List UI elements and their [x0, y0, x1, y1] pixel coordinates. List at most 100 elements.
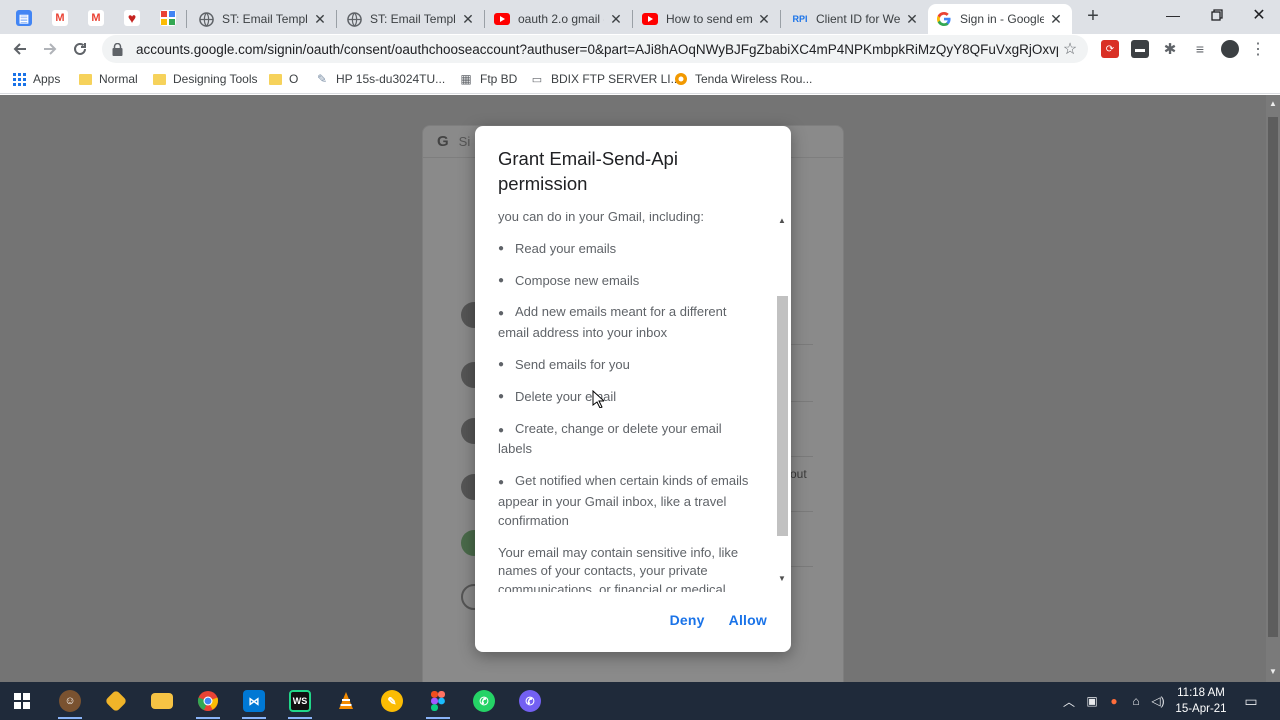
pinned-tab-heart[interactable]: ♥ — [115, 4, 149, 32]
tab-st-email-template-1[interactable]: ST: Email Template ✕ — [190, 4, 336, 34]
close-tab-icon[interactable]: ✕ — [608, 11, 624, 27]
google-docs-icon: ▤ — [16, 10, 32, 26]
bookmark-apps[interactable]: Apps — [12, 69, 60, 89]
taskbar-app[interactable]: ☺ — [54, 687, 86, 719]
menu-kebab-icon[interactable]: ⋮ — [1249, 40, 1267, 58]
page-scrollbar[interactable]: ▲ ▼ — [1266, 95, 1280, 682]
dialog-scrollbar-thumb[interactable] — [777, 296, 788, 536]
close-window-button[interactable]: ✕ — [1236, 0, 1280, 30]
permission-text: Read your emails — [515, 240, 617, 256]
clock-date: 15-Apr-21 — [1175, 703, 1227, 715]
extension-sync-icon[interactable]: ⟳ — [1101, 40, 1119, 58]
dialog-body[interactable]: you can do in your Gmail, including: ● Re… — [475, 212, 791, 592]
bookmark-normal[interactable]: Normal — [78, 69, 138, 89]
pinned-tab-docs[interactable]: ▤ — [7, 4, 41, 32]
viber-icon: ✆ — [519, 690, 541, 712]
bookmark-hp[interactable]: ✎ HP 15s-du3024TU... — [315, 69, 445, 89]
reload-icon — [74, 42, 86, 55]
taskbar-app[interactable] — [192, 687, 224, 719]
taskbar-app[interactable]: WS — [284, 687, 316, 719]
tray-volume-icon[interactable]: ◁) — [1150, 690, 1166, 712]
action-center-icon[interactable]: ▭ — [1240, 690, 1262, 712]
tray-wifi-icon[interactable]: ⌂ — [1128, 690, 1144, 712]
extensions-puzzle-icon[interactable]: ✱ — [1161, 40, 1179, 58]
permission-item: ● Create, change or delete your email lab… — [498, 420, 750, 460]
profile-avatar[interactable] — [1221, 40, 1239, 58]
close-tab-icon[interactable]: ✕ — [756, 11, 772, 27]
permission-item: ● Get notified when certain kinds of emai… — [498, 472, 750, 530]
grant-permission-dialog: Grant Email-Send-Api permission you can … — [475, 126, 791, 652]
tab-sign-in-google[interactable]: Sign in - Google A ✕ — [928, 4, 1072, 34]
paint-icon: ✎ — [381, 690, 403, 712]
signin-card-title: Si — [458, 134, 471, 149]
reload-button[interactable] — [68, 37, 92, 61]
scroll-up-icon[interactable]: ▲ — [1269, 99, 1277, 108]
reading-list-icon[interactable]: ≡ — [1191, 40, 1209, 58]
dialog-scrollbar[interactable]: ▲ ▼ — [775, 214, 790, 588]
tab-client-id[interactable]: RPI Client ID for Web ✕ — [782, 4, 928, 34]
taskbar-app[interactable] — [422, 687, 454, 719]
taskbar-app[interactable] — [146, 687, 178, 715]
back-button[interactable] — [8, 37, 32, 61]
windows-taskbar: ☺ ⋈ WS ✎ ✆ ✆ ︿ ▣ ● ⌂ ◁) 11:18 AM 15-Apr-… — [0, 682, 1280, 720]
close-tab-icon[interactable]: ✕ — [904, 11, 920, 27]
bookmark-o[interactable]: O — [268, 69, 298, 89]
globe-icon — [346, 11, 362, 27]
taskbar-app[interactable]: ⋈ — [238, 687, 270, 719]
tab-st-email-template-2[interactable]: ST: Email Template ✕ — [338, 4, 484, 34]
webstorm-icon: WS — [289, 690, 311, 712]
permission-text: Get notified when certain kinds of email… — [498, 473, 749, 528]
taskbar-app[interactable]: ✆ — [468, 687, 500, 715]
bookmark-star-icon[interactable]: ☆ — [1058, 39, 1082, 59]
bookmark-label: O — [289, 72, 299, 86]
bookmark-bdix[interactable]: ▭ BDIX FTP SERVER LI... — [530, 69, 681, 89]
tray-network-app-icon[interactable]: ▣ — [1084, 690, 1100, 712]
restore-button[interactable] — [1194, 0, 1240, 30]
vlc-icon — [339, 692, 353, 709]
tab-oauth-youtube[interactable]: oauth 2.o gmail - ✕ — [486, 4, 632, 34]
bookmark-label: HP 15s-du3024TU... — [336, 72, 446, 86]
youtube-icon — [642, 11, 658, 27]
tray-record-icon[interactable]: ● — [1106, 690, 1122, 712]
tab-title: Sign in - Google A — [960, 12, 1044, 26]
dialog-scroll-up-icon[interactable]: ▲ — [778, 216, 786, 225]
taskbar-app[interactable] — [330, 687, 362, 715]
clock-time: 11:18 AM — [1177, 687, 1225, 699]
dialog-scroll-down-icon[interactable]: ▼ — [778, 574, 786, 583]
close-tab-icon[interactable]: ✕ — [312, 11, 328, 27]
close-tab-icon[interactable]: ✕ — [460, 11, 476, 27]
dialog-actions: Deny Allow — [670, 612, 767, 628]
tray-expand-icon[interactable]: ︿ — [1062, 690, 1076, 712]
page-scrollbar-thumb[interactable] — [1268, 117, 1278, 637]
api-icon: RPI — [792, 14, 808, 24]
apps-grid-icon — [12, 72, 26, 86]
bookmark-tenda[interactable]: Tenda Wireless Rou... — [674, 69, 812, 89]
extension-screen-icon[interactable]: ▬ — [1131, 40, 1149, 58]
figma-icon — [431, 691, 445, 711]
new-tab-button[interactable]: + — [1082, 6, 1104, 28]
tab-how-to-send-email[interactable]: How to send ema ✕ — [634, 4, 780, 34]
taskbar-app[interactable]: ✆ — [514, 687, 546, 715]
whatsapp-icon: ✆ — [473, 690, 495, 712]
address-bar[interactable]: accounts.google.com/signin/oauth/consent… — [102, 35, 1088, 63]
taskbar-app[interactable]: ✎ — [376, 687, 408, 715]
allow-button[interactable]: Allow — [729, 612, 767, 628]
bookmark-ftp-bd[interactable]: ▦ Ftp BD — [459, 69, 517, 89]
forward-button[interactable] — [38, 37, 62, 61]
pinned-tab-gmail[interactable]: M — [43, 4, 77, 32]
signout-text: out — [790, 467, 807, 481]
deny-button[interactable]: Deny — [670, 612, 705, 628]
system-clock[interactable]: 11:18 AM 15-Apr-21 — [1166, 685, 1236, 717]
scroll-down-icon[interactable]: ▼ — [1269, 667, 1277, 676]
close-tab-icon[interactable]: ✕ — [1048, 11, 1064, 27]
start-button[interactable] — [6, 687, 38, 715]
bookmark-label: BDIX FTP SERVER LI... — [551, 72, 681, 86]
minimize-button[interactable]: — — [1150, 0, 1196, 30]
pinned-tab-gmail-2[interactable]: M — [79, 4, 113, 32]
google-logo-icon: G — [437, 133, 449, 150]
pinned-tab-workspace[interactable] — [151, 4, 185, 32]
tab-strip: ▤ M M ♥ ST: Email Template ✕ ST: Email T… — [0, 0, 1280, 34]
browser-toolbar: accounts.google.com/signin/oauth/consent… — [0, 34, 1280, 64]
taskbar-app[interactable] — [100, 687, 132, 715]
bookmark-designing-tools[interactable]: Designing Tools — [152, 69, 258, 89]
